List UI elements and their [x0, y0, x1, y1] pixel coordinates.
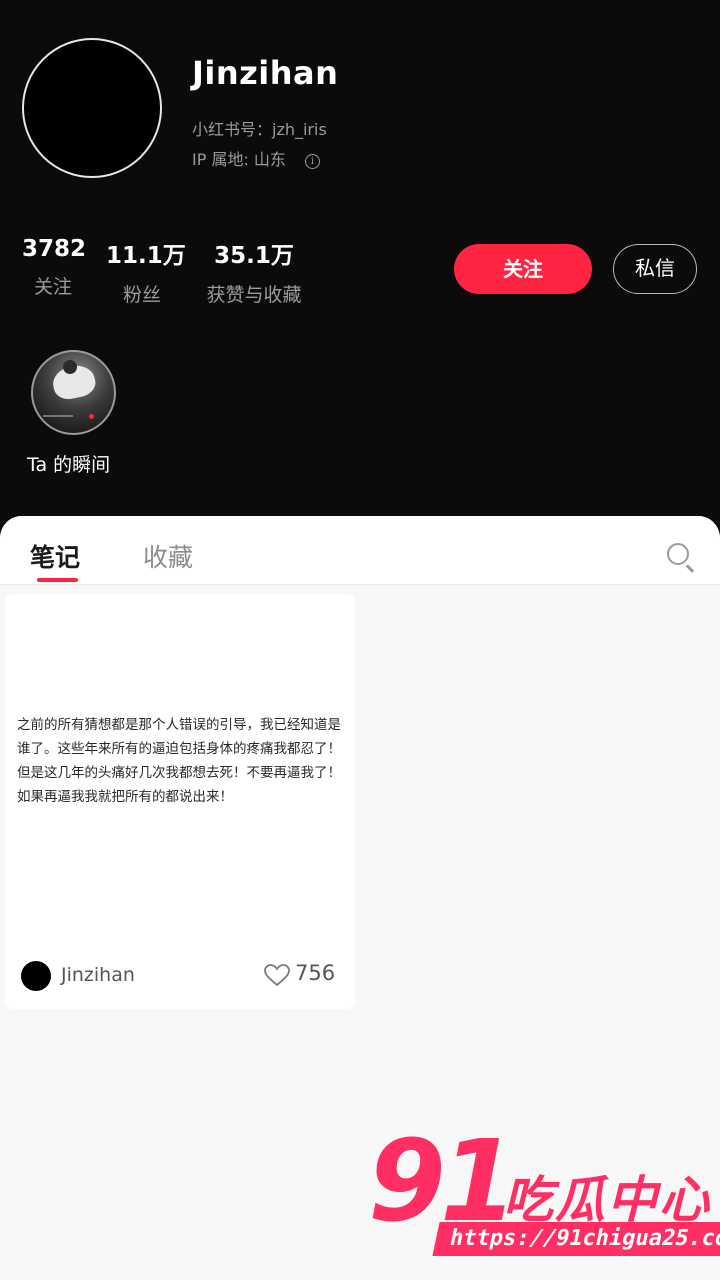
note-text: 之前的所有猜想都是那个人错误的引导，我已经知道是谁了。这些年来所有的逼迫包括身体… [17, 717, 341, 805]
ip-location-row: IP 属地: 山东 i [192, 146, 321, 170]
note-card[interactable]: 之前的所有猜想都是那个人错误的引导，我已经知道是谁了。这些年来所有的逼迫包括身体… [5, 594, 355, 1009]
stat-following[interactable]: 3782 关注 [22, 236, 87, 299]
info-icon[interactable]: i [305, 154, 321, 169]
ip-location: IP 属地: 山东 [192, 150, 286, 169]
moment-figure-head [63, 360, 77, 374]
moment-thumbnail[interactable] [31, 350, 116, 435]
tab-notes[interactable]: 笔记 [30, 538, 80, 574]
search-icon[interactable] [667, 543, 689, 565]
heart-icon[interactable] [263, 963, 291, 987]
profile-header: Jinzihan 小红书号：jzh_iris IP 属地: 山东 i 3782 … [0, 0, 720, 540]
moment-record-dot [89, 414, 94, 419]
stat-following-value: 3782 [22, 236, 87, 262]
stat-followers-value: 11.1万 [106, 243, 186, 269]
message-button[interactable]: 私信 [613, 244, 697, 294]
tab-bar: 笔记 收藏 [0, 516, 720, 585]
tab-active-indicator [37, 578, 78, 582]
redbook-id: 小红书号：jzh_iris [192, 120, 327, 139]
stat-likes-collections[interactable]: 35.1万 获赞与收藏 [198, 236, 310, 307]
watermark-url: https://91chigua25.com [432, 1222, 720, 1256]
note-author: Jinzihan [61, 964, 135, 986]
moment-caption-line [43, 415, 73, 417]
note-author-avatar [21, 961, 51, 991]
moments-label[interactable]: Ta 的瞬间 [27, 450, 110, 477]
stat-followers[interactable]: 11.1万 粉丝 [106, 236, 186, 307]
stat-likes-label: 获赞与收藏 [206, 284, 302, 306]
avatar[interactable] [22, 38, 162, 178]
stat-following-label: 关注 [33, 276, 72, 298]
watermark-logo: 91 吃瓜中心 https://91chigua25.com [368, 1126, 720, 1266]
stat-followers-label: 粉丝 [122, 284, 161, 306]
username: Jinzihan [192, 54, 339, 92]
follow-button[interactable]: 关注 [454, 244, 592, 294]
stat-likes-value: 35.1万 [214, 243, 294, 269]
like-count: 756 [295, 961, 336, 985]
tab-collections[interactable]: 收藏 [143, 538, 193, 574]
